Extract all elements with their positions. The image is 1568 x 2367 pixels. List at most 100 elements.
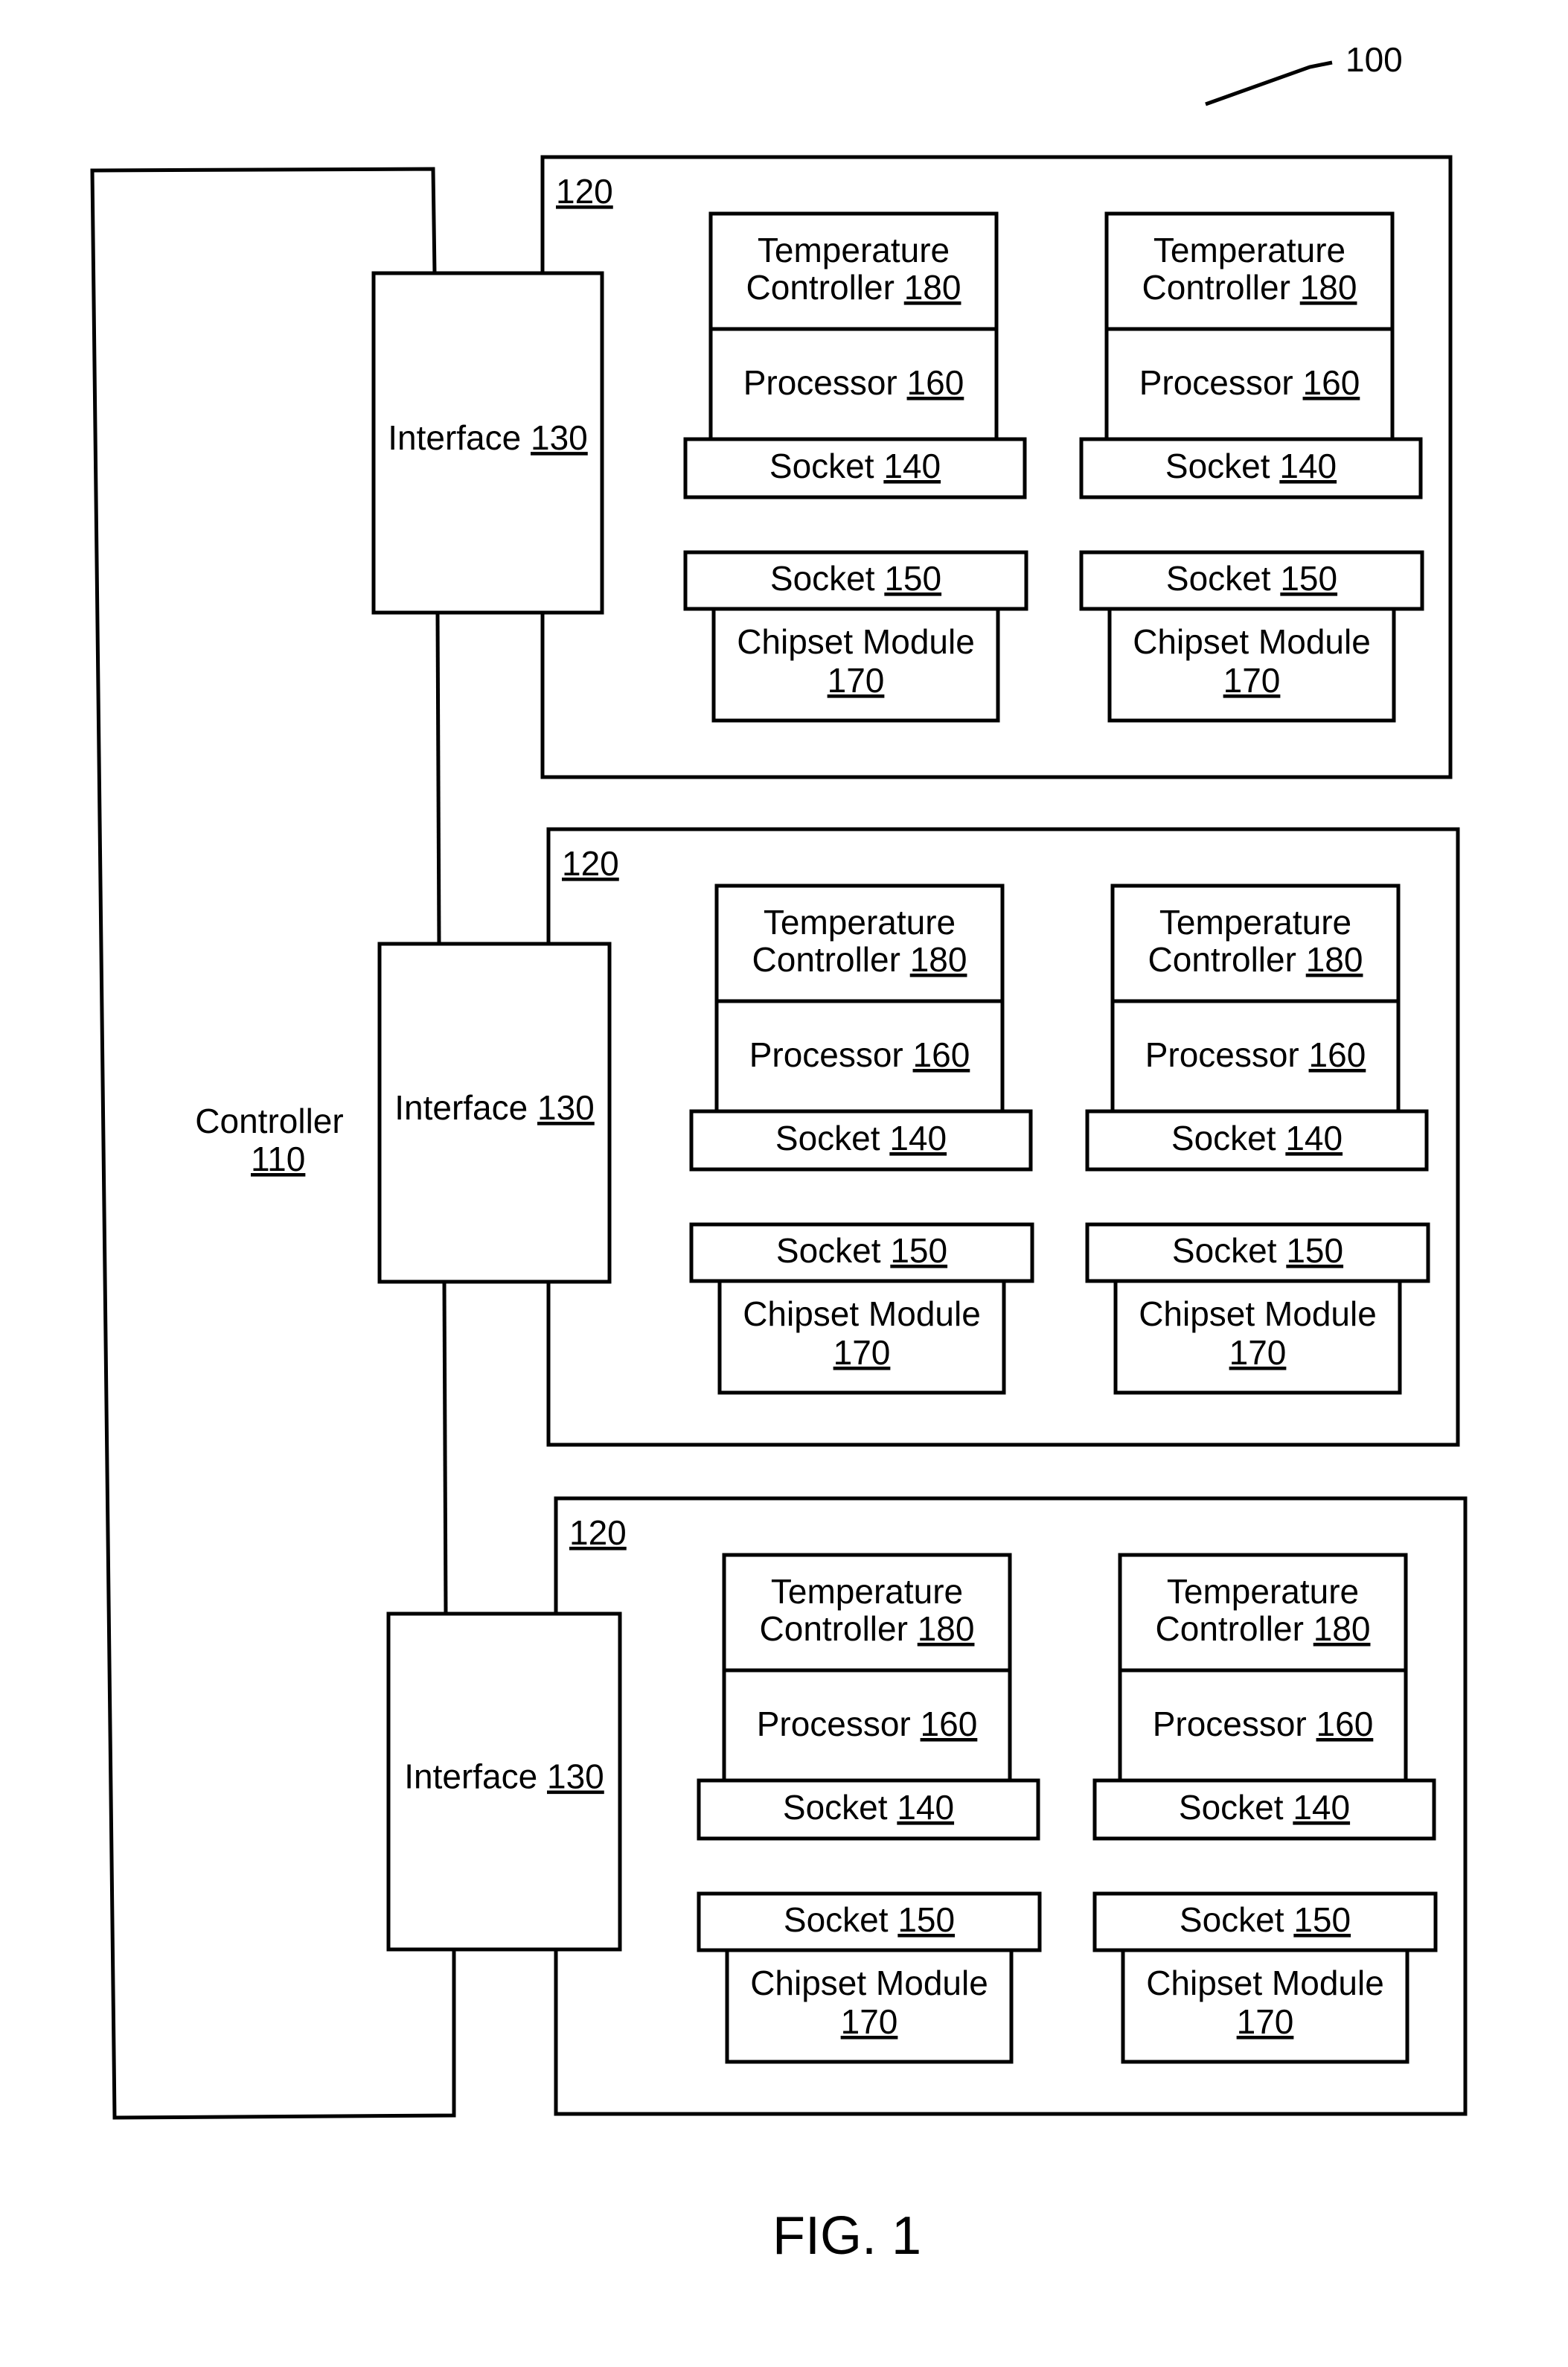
spacer xyxy=(1296,940,1306,979)
socket-140-label: Socket xyxy=(1171,1119,1276,1157)
processor-module: TemperatureController 180 Processor 160 So… xyxy=(1079,211,1424,723)
chipset-module-ref: 170 xyxy=(1237,2002,1294,2041)
chipset-module-label: Chipset Module xyxy=(743,1294,981,1333)
board-ref: 120 xyxy=(562,844,619,883)
chipset-module-label: Chipset Module xyxy=(1146,1964,1384,2002)
temperature-controller-label: Controller xyxy=(1156,1609,1304,1648)
temperature-controller-label: Controller xyxy=(1142,268,1290,307)
temperature-controller-text: Controller 180 xyxy=(1148,940,1363,979)
socket-150-label: Socket xyxy=(770,559,875,598)
temperature-controller-ref: 180 xyxy=(1313,1609,1371,1648)
chipset-module-label: Chipset Module xyxy=(750,1964,988,2002)
temperature-controller-text: Controller 180 xyxy=(1156,1609,1371,1648)
interface-ref: 130 xyxy=(537,1088,595,1127)
socket-150-text: Socket 150 xyxy=(784,1900,955,1939)
interface-label: Interface xyxy=(388,418,521,457)
processor-label: Processor xyxy=(1145,1035,1299,1074)
socket-140-label: Socket xyxy=(1179,1788,1284,1827)
temperature-label-line1: Temperature xyxy=(771,1572,963,1611)
chipset-module-label: Chipset Module xyxy=(1133,622,1371,661)
temperature-label-line1: Temperature xyxy=(1167,1572,1359,1611)
temperature-label-line1: Temperature xyxy=(758,231,950,269)
processor-module: TemperatureController 180 Processor 160 So… xyxy=(689,884,1034,1395)
processor-ref: 160 xyxy=(1309,1035,1366,1074)
processor-label: Processor xyxy=(749,1035,903,1074)
temperature-controller-ref: 180 xyxy=(918,1609,975,1648)
system-reference: 100 xyxy=(1205,40,1403,106)
spacer xyxy=(1293,363,1303,402)
spacer xyxy=(1290,268,1300,307)
socket-150-label: Socket xyxy=(1172,1231,1277,1270)
socket-150-label: Socket xyxy=(784,1900,889,1939)
socket-140-label: Socket xyxy=(775,1119,880,1157)
socket-140-ref: 140 xyxy=(1279,447,1337,485)
socket-140-text: Socket 140 xyxy=(769,447,941,485)
interface-text: Interface 130 xyxy=(404,1757,604,1796)
interface-ref: 130 xyxy=(531,418,588,457)
processor-ref: 160 xyxy=(921,1705,978,1743)
socket-140-ref: 140 xyxy=(883,447,941,485)
spacer xyxy=(1276,1119,1286,1157)
board-120: 120Interface 130TemperatureController 18… xyxy=(371,155,1453,779)
controller-ref: 110 xyxy=(251,1140,305,1178)
socket-140-text: Socket 140 xyxy=(775,1119,947,1157)
socket-140-label: Socket xyxy=(783,1788,888,1827)
patent-figure: 100 Controller 110 120 Interface 130 Tempe… xyxy=(90,40,1468,2266)
socket-140-label: Socket xyxy=(769,447,874,485)
processor-label: Processor xyxy=(1153,1705,1307,1743)
socket-140-text: Socket 140 xyxy=(1165,447,1337,485)
temperature-controller-text: Controller 180 xyxy=(752,940,967,979)
spacer xyxy=(900,940,910,979)
socket-150-text: Socket 150 xyxy=(770,559,941,598)
socket-150-text: Socket 150 xyxy=(776,1231,947,1270)
processor-module: TemperatureController 180 Processor 160 So… xyxy=(1092,1553,1438,2064)
socket-140-text: Socket 140 xyxy=(1179,1788,1350,1827)
reference-leader-line xyxy=(1205,60,1333,106)
spacer xyxy=(1277,1231,1287,1270)
socket-150-text: Socket 150 xyxy=(1180,1900,1351,1939)
spacer xyxy=(1270,447,1280,485)
spacer xyxy=(903,1035,913,1074)
spacer xyxy=(528,1088,537,1127)
interface-130: Interface 130 xyxy=(377,942,612,1284)
interface-label: Interface xyxy=(394,1088,528,1127)
processor-module: TemperatureController 180 Processor 160 So… xyxy=(1085,884,1430,1395)
processor-text: Processor 160 xyxy=(743,363,964,402)
spacer xyxy=(880,1119,890,1157)
processor-text: Processor 160 xyxy=(1153,1705,1374,1743)
interface-130: Interface 130 xyxy=(371,271,604,615)
controller-label: Controller xyxy=(195,1102,343,1140)
processor-label: Processor xyxy=(1139,363,1293,402)
processor-ref: 160 xyxy=(1316,1705,1374,1743)
spacer xyxy=(874,447,884,485)
board-120: 120Interface 130TemperatureController 18… xyxy=(377,827,1460,1447)
socket-150-text: Socket 150 xyxy=(1172,1231,1343,1270)
spacer xyxy=(888,1788,897,1827)
spacer xyxy=(875,559,885,598)
temperature-controller-text: Controller 180 xyxy=(760,1609,975,1648)
chipset-module-ref: 170 xyxy=(841,2002,898,2041)
spacer xyxy=(1307,1705,1316,1743)
interface-130: Interface 130 xyxy=(386,1611,622,1952)
spacer xyxy=(537,1757,547,1796)
socket-150-ref: 150 xyxy=(897,1900,955,1939)
spacer xyxy=(1271,559,1281,598)
processor-ref: 160 xyxy=(1303,363,1360,402)
spacer xyxy=(895,268,904,307)
processor-label: Processor xyxy=(743,363,897,402)
socket-150-ref: 150 xyxy=(1280,559,1337,598)
spacer xyxy=(908,1609,918,1648)
socket-140-label: Socket xyxy=(1165,447,1270,485)
socket-140-ref: 140 xyxy=(1285,1119,1343,1157)
processor-text: Processor 160 xyxy=(1145,1035,1366,1074)
temperature-controller-text: Controller 180 xyxy=(746,268,961,307)
chipset-module-label: Chipset Module xyxy=(737,622,975,661)
temperature-controller-ref: 180 xyxy=(1306,940,1363,979)
chipset-module-ref: 170 xyxy=(833,1333,891,1372)
processor-module: TemperatureController 180 Processor 160 So… xyxy=(697,1553,1042,2064)
spacer xyxy=(881,1231,891,1270)
spacer xyxy=(889,1900,898,1939)
temperature-controller-ref: 180 xyxy=(910,940,967,979)
temperature-label-line1: Temperature xyxy=(1159,903,1351,942)
temperature-controller-label: Controller xyxy=(752,940,900,979)
